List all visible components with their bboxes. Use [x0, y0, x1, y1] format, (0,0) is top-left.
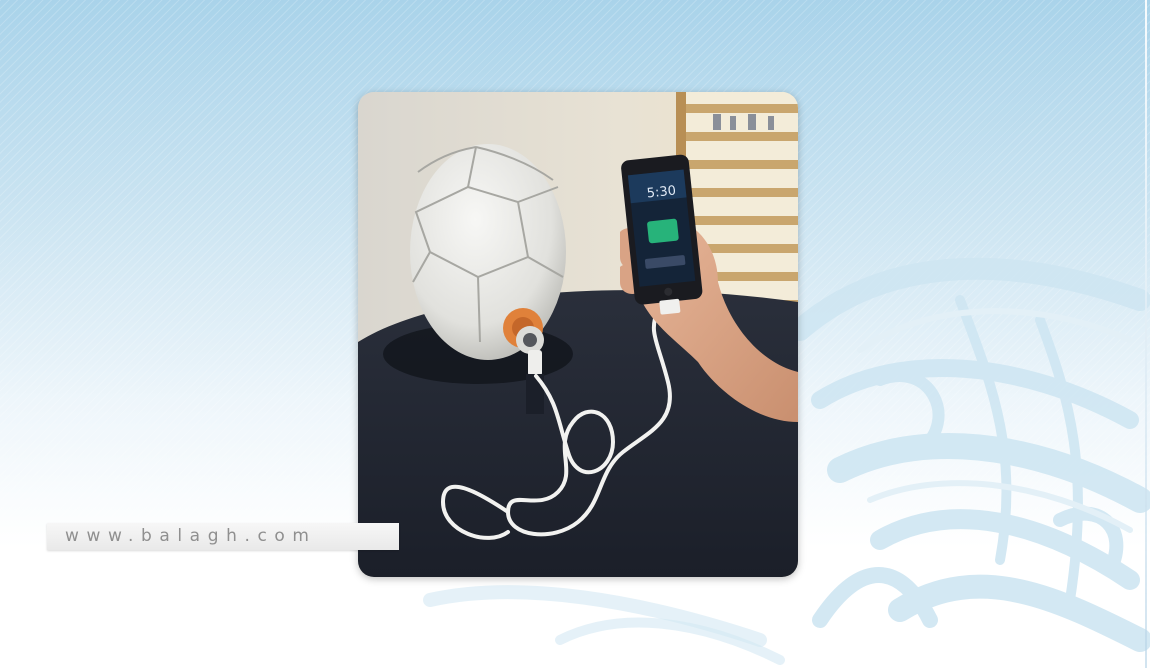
- phone-clock-text: 5:30: [646, 183, 677, 201]
- photo-soccer-ball-charging-phone: 5:30: [358, 92, 798, 577]
- website-url-text: www.balagh.com: [65, 526, 317, 546]
- right-edge-line: [1145, 0, 1147, 668]
- website-watermark: www.balagh.com: [47, 523, 399, 550]
